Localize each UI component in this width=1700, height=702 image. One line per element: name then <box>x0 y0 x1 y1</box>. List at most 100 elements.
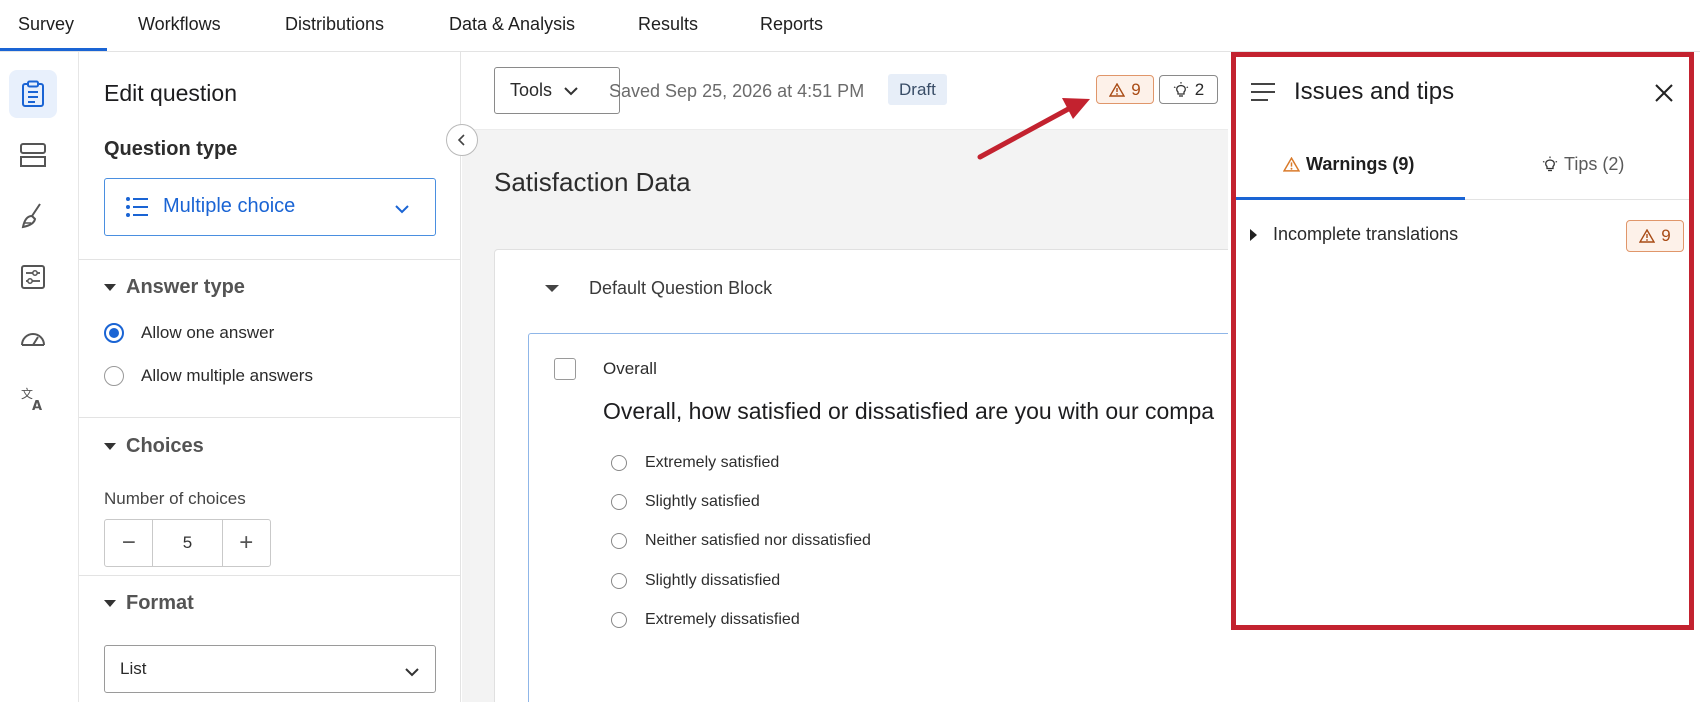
issue-item-incomplete-translations[interactable]: Incomplete translations <box>1250 224 1458 245</box>
warning-icon <box>1109 82 1126 97</box>
block-name: Default Question Block <box>589 278 773 298</box>
choice-radio <box>611 612 627 628</box>
tips-badge-button[interactable]: 2 <box>1159 75 1218 104</box>
decrement-button[interactable]: − <box>105 520 152 566</box>
lightbulb-icon <box>1542 156 1558 172</box>
divider <box>79 417 461 418</box>
radio-button[interactable] <box>104 366 124 386</box>
choice-radio <box>611 573 627 589</box>
chevron-down-icon <box>395 201 409 219</box>
tab-results[interactable]: Results <box>638 14 698 35</box>
survey-editor-main: Tools Saved Sep 25, 2026 at 4:51 PM Draf… <box>462 52 1228 702</box>
question-select-checkbox[interactable] <box>554 358 576 380</box>
top-navigation: Survey Workflows Distributions Data & An… <box>0 0 1700 52</box>
question-type-value: Multiple choice <box>163 195 296 217</box>
warning-icon <box>1639 229 1656 243</box>
number-of-choices-stepper: − 5 + <box>104 519 271 567</box>
choice-item[interactable]: Slightly dissatisfied <box>611 572 780 590</box>
caret-down-icon <box>545 285 559 292</box>
issues-panel-title: Issues and tips <box>1294 78 1455 105</box>
active-tab-indicator <box>1233 197 1465 200</box>
tab-survey[interactable]: Survey <box>18 14 74 35</box>
divider <box>79 575 461 576</box>
caret-down-icon <box>104 443 116 450</box>
choice-label: Extremely dissatisfied <box>645 611 800 628</box>
edit-question-title: Edit question <box>104 80 237 106</box>
close-icon[interactable] <box>1654 83 1674 108</box>
warning-icon <box>1283 157 1300 172</box>
warnings-badge-button[interactable]: 9 <box>1096 75 1154 104</box>
collapse-panel-button[interactable] <box>446 124 478 156</box>
question-text[interactable]: Overall, how satisfied or dissatisfied a… <box>603 398 1214 425</box>
choices-heading: Choices <box>126 435 204 457</box>
survey-clipboard-icon[interactable] <box>9 70 57 118</box>
number-of-choices-input[interactable]: 5 <box>152 520 223 566</box>
tab-reports[interactable]: Reports <box>760 14 823 35</box>
question-card[interactable]: Overall Overall, how satisfied or dissat… <box>528 333 1228 702</box>
choice-item[interactable]: Extremely dissatisfied <box>611 611 800 629</box>
choice-item[interactable]: Slightly satisfied <box>611 493 760 511</box>
chevron-down-icon <box>564 86 578 96</box>
choice-radio <box>611 455 627 471</box>
tab-data-analysis[interactable]: Data & Analysis <box>449 14 575 35</box>
issues-and-tips-panel: Issues and tips Warnings (9) Tips (2) In… <box>1228 52 1700 702</box>
question-type-label: Question type <box>104 138 238 160</box>
format-section-toggle[interactable]: Format <box>104 592 194 615</box>
choice-item[interactable]: Extremely satisfied <box>611 454 779 472</box>
radio-label: Allow multiple answers <box>141 366 313 385</box>
hamburger-menu-icon[interactable] <box>1250 82 1276 107</box>
tools-button[interactable]: Tools <box>494 67 620 114</box>
tab-tips[interactable]: Tips (2) <box>1542 154 1624 175</box>
tab-tips-label: Tips (2) <box>1564 154 1625 174</box>
radio-label: Allow one answer <box>141 323 275 342</box>
issue-count-badge: 9 <box>1626 220 1684 252</box>
tip-count: 2 <box>1194 79 1205 99</box>
choice-item[interactable]: Neither satisfied nor dissatisfied <box>611 532 871 550</box>
choice-radio <box>611 494 627 510</box>
tab-distributions[interactable]: Distributions <box>285 14 384 35</box>
chevron-left-icon <box>457 134 465 146</box>
question-block: Default Question Block Overall Overall, … <box>494 249 1228 702</box>
svg-text:A: A <box>32 399 42 413</box>
translate-icon[interactable]: 文A <box>9 375 57 423</box>
answer-type-section-toggle[interactable]: Answer type <box>104 276 245 299</box>
question-type-select[interactable]: Multiple choice <box>104 178 436 236</box>
chevron-down-icon <box>405 664 419 682</box>
caret-down-icon <box>104 284 116 291</box>
issue-count: 9 <box>1661 226 1671 245</box>
survey-flow-icon[interactable] <box>9 131 57 179</box>
saved-status: Saved Sep 25, 2026 at 4:51 PM <box>609 81 865 101</box>
tools-gauge-icon[interactable] <box>9 314 57 362</box>
warning-count: 9 <box>1131 79 1141 99</box>
increment-button[interactable]: + <box>223 520 270 566</box>
tab-workflows[interactable]: Workflows <box>138 14 221 35</box>
number-of-choices-label: Number of choices <box>104 489 246 508</box>
left-icon-rail: 文A <box>0 52 79 702</box>
status-badge: Draft <box>888 74 947 105</box>
tools-label: Tools <box>510 80 553 100</box>
divider <box>79 259 461 260</box>
radio-allow-multiple-answers[interactable]: Allow multiple answers <box>104 366 313 386</box>
choice-label: Neither satisfied nor dissatisfied <box>645 532 871 549</box>
list-icon <box>125 196 149 223</box>
format-select[interactable]: List <box>104 645 436 693</box>
choices-section-toggle[interactable]: Choices <box>104 435 204 458</box>
look-and-feel-brush-icon[interactable] <box>9 192 57 240</box>
caret-right-icon <box>1250 228 1257 241</box>
radio-button-selected[interactable] <box>104 323 124 343</box>
question-id: Overall <box>603 359 657 378</box>
format-heading: Format <box>126 592 194 614</box>
choice-radio <box>611 533 627 549</box>
issue-label: Incomplete translations <box>1273 224 1459 244</box>
block-header[interactable]: Default Question Block <box>545 278 772 299</box>
tab-warnings[interactable]: Warnings (9) <box>1283 154 1414 175</box>
edit-question-panel: Edit question Question type Multiple cho… <box>79 52 461 702</box>
lightbulb-icon <box>1173 81 1189 97</box>
survey-options-icon[interactable] <box>9 253 57 301</box>
radio-allow-one-answer[interactable]: Allow one answer <box>104 323 274 343</box>
active-tab-indicator <box>0 48 107 51</box>
tab-warnings-label: Warnings (9) <box>1306 154 1415 174</box>
choice-label: Slightly satisfied <box>645 493 760 510</box>
choice-label: Extremely satisfied <box>645 454 780 471</box>
format-value: List <box>120 659 147 678</box>
